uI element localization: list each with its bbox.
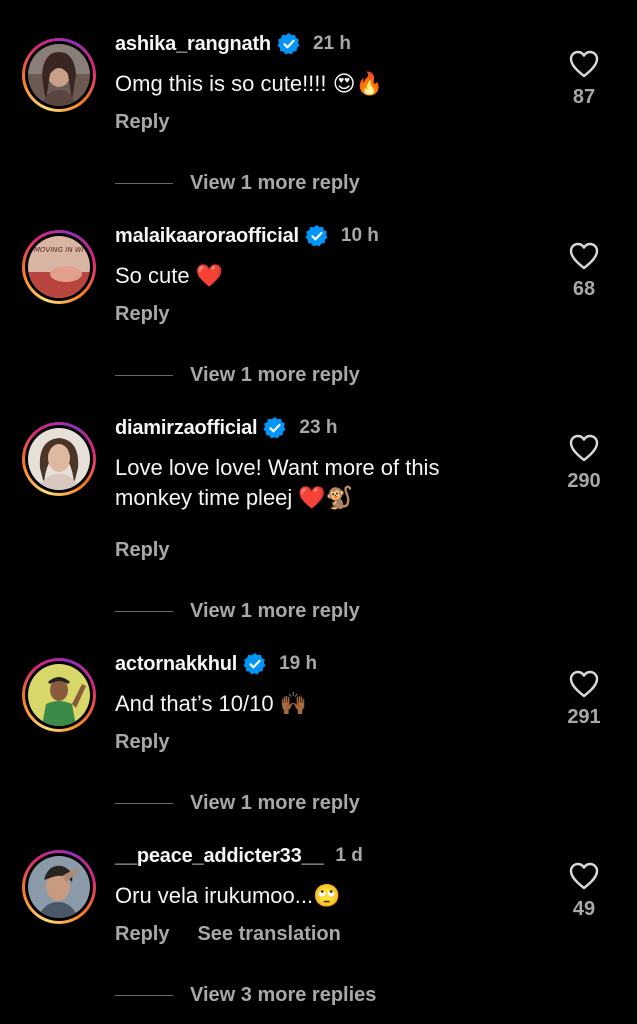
timestamp: 19 h: [279, 653, 318, 674]
avatar-text: MOVING IN WITH MALAIKA: [34, 246, 90, 254]
reply-button[interactable]: Reply: [115, 923, 169, 946]
comment-text: Oru vela irukumoo...🙄: [115, 881, 535, 912]
view-more-label[interactable]: View 1 more reply: [190, 600, 360, 623]
avatar: [28, 428, 90, 490]
reply-button[interactable]: Reply: [115, 731, 169, 754]
comment-body: And that’s 10/10: [115, 691, 280, 716]
comment-body: Love love love! Want more of this monkey…: [115, 455, 440, 510]
comment-emoji: ❤️🐒: [298, 486, 354, 511]
reply-button[interactable]: Reply: [115, 111, 169, 134]
heart-outline-icon[interactable]: [569, 242, 599, 270]
comment-text: And that’s 10/10 🙌🏾: [115, 689, 535, 720]
like-count: 291: [567, 706, 601, 728]
heart-outline-icon[interactable]: [569, 670, 599, 698]
view-more-replies[interactable]: View 1 more reply: [115, 170, 360, 196]
timestamp: 21 h: [312, 33, 351, 54]
divider-line: [115, 610, 173, 612]
heart-outline-icon[interactable]: [569, 862, 599, 890]
comment-emoji: 🙄: [313, 884, 341, 909]
view-more-label[interactable]: View 3 more replies: [190, 984, 376, 1007]
username[interactable]: __peace_addicter33__: [115, 845, 324, 868]
view-more-replies[interactable]: View 1 more reply: [115, 362, 360, 388]
username[interactable]: ashika_rangnath: [115, 33, 271, 56]
username[interactable]: diamirzaofficial: [115, 417, 258, 440]
verified-badge-icon: [305, 225, 328, 247]
view-more-label[interactable]: View 1 more reply: [190, 172, 360, 195]
timestamp: 23 h: [299, 417, 338, 438]
avatar: MOVING IN WITH MALAIKA: [28, 236, 90, 298]
like-count: 290: [567, 470, 601, 492]
verified-badge-icon: [263, 417, 286, 439]
username[interactable]: actornakkhul: [115, 653, 237, 676]
verified-badge-icon: [277, 33, 300, 55]
view-more-replies[interactable]: View 1 more reply: [115, 790, 360, 816]
like-count: 87: [572, 86, 596, 108]
story-ring[interactable]: [22, 38, 96, 112]
view-more-label[interactable]: View 1 more reply: [190, 364, 360, 387]
heart-outline-icon[interactable]: [569, 434, 599, 462]
like-count: 68: [572, 278, 596, 300]
comment-body: So cute: [115, 263, 196, 288]
story-ring[interactable]: [22, 422, 96, 496]
reply-button[interactable]: Reply: [115, 539, 169, 562]
reply-button[interactable]: Reply: [115, 303, 169, 326]
username[interactable]: malaikaaroraofficial: [115, 225, 299, 248]
avatar: [28, 664, 90, 726]
comment-body: Oru vela irukumoo...: [115, 883, 314, 908]
timestamp: 10 h: [340, 225, 379, 246]
divider-line: [115, 994, 173, 996]
comment-text: Love love love! Want more of this monkey…: [115, 453, 515, 514]
divider-line: [115, 802, 173, 804]
story-ring[interactable]: [22, 658, 96, 732]
verified-badge-icon: [243, 653, 266, 675]
comment-emoji: 😍🔥: [332, 72, 383, 97]
view-more-label[interactable]: View 1 more reply: [190, 792, 360, 815]
see-translation-button[interactable]: See translation: [197, 923, 340, 946]
heart-outline-icon[interactable]: [569, 50, 599, 78]
divider-line: [115, 374, 173, 376]
comment-emoji: 🙌🏾: [279, 692, 308, 717]
like-count: 49: [572, 898, 596, 920]
view-more-replies[interactable]: View 3 more replies: [115, 982, 376, 1008]
comment-text: So cute ❤️: [115, 261, 535, 292]
avatar: [28, 44, 90, 106]
story-ring[interactable]: [22, 850, 96, 924]
comment-body: Omg this is so cute!!!!: [115, 71, 333, 96]
comment-text: Omg this is so cute!!!! 😍🔥: [115, 69, 535, 100]
story-ring[interactable]: MOVING IN WITH MALAIKA: [22, 230, 96, 304]
comment-emoji: ❤️: [195, 264, 224, 289]
avatar: [28, 856, 90, 918]
divider-line: [115, 182, 173, 184]
view-more-replies[interactable]: View 1 more reply: [115, 598, 360, 624]
timestamp: 1 d: [335, 845, 363, 866]
